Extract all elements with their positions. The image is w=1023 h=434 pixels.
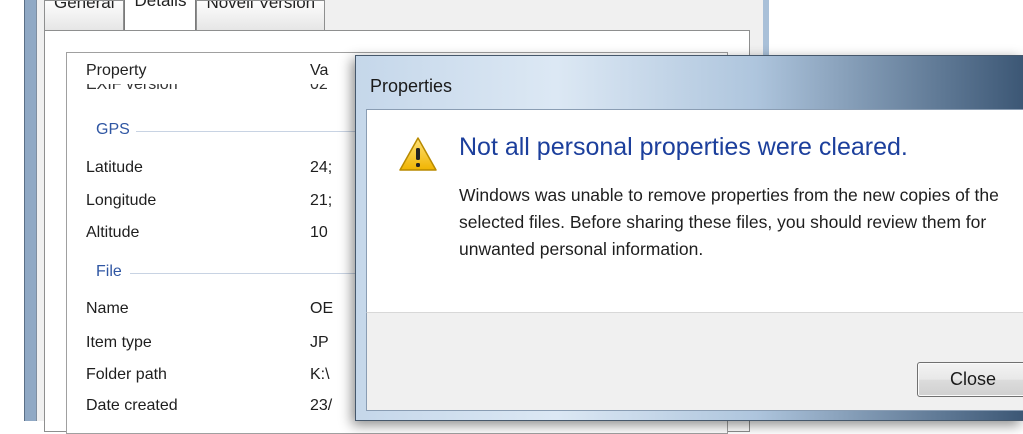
close-button[interactable]: Close [917,362,1023,397]
group-divider-gps [136,131,366,132]
property-name-name[interactable]: Name [86,300,129,318]
group-header-file[interactable]: File [96,263,122,281]
group-header-gps[interactable]: GPS [96,121,130,139]
tab-strip: General Details Novell Version [44,0,326,32]
property-value-altitude: 10 [310,224,328,241]
property-name-altitude[interactable]: Altitude [86,224,139,242]
property-name-item-type[interactable]: Item type [86,334,152,352]
dialog-footer: Close [366,312,1023,411]
property-name-folder-path[interactable]: Folder path [86,366,167,384]
warning-icon [399,137,437,171]
column-header-value[interactable]: Va [310,62,328,80]
property-value-exif-version: 02 [310,84,328,93]
dialog-content-area: Not all personal properties were cleared… [366,109,1023,313]
group-divider-file [130,273,366,274]
dialog-title: Properties [370,76,453,96]
property-value-date-created: 23/ [310,397,333,414]
property-value-item-type: JP [310,334,329,351]
properties-warning-dialog: Properties Not all personal properties w… [355,55,1023,421]
property-value-folder-path: K:\ [310,366,330,383]
property-name-exif-version[interactable]: EXIF version [86,84,178,98]
property-name-latitude[interactable]: Latitude [86,159,143,177]
property-value-name: OE [310,300,334,317]
tab-general[interactable]: General [44,0,125,30]
dialog-message: Windows was unable to remove properties … [459,185,999,259]
column-header-property[interactable]: Property [86,62,146,80]
property-name-date-created[interactable]: Date created [86,397,178,415]
tab-novell-version[interactable]: Novell Version [196,0,326,30]
property-value-longitude: 21; [310,192,333,209]
tab-details[interactable]: Details [124,0,197,32]
main-instruction: Not all personal properties were cleared… [459,133,908,161]
property-name-longitude[interactable]: Longitude [86,192,156,210]
property-value-latitude: 24; [310,159,333,176]
